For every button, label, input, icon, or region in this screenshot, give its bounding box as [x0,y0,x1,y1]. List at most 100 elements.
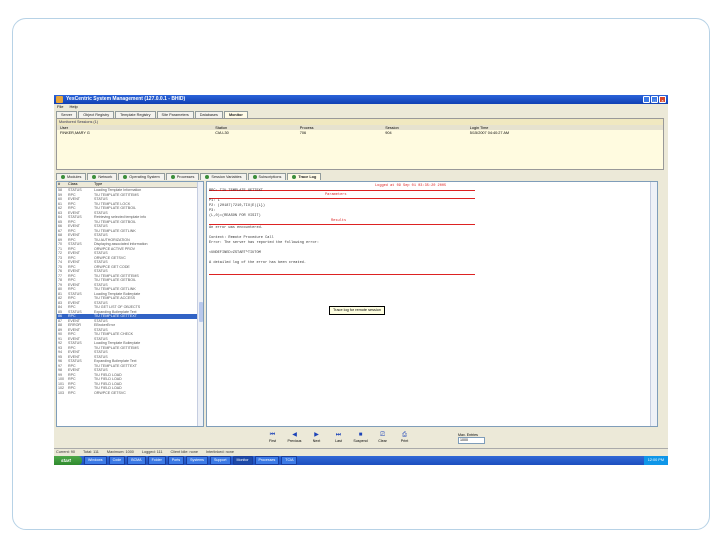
session-process: 706 [299,130,307,135]
next-button[interactable]: ▶ Next [308,432,325,443]
tab-template-registry[interactable]: Template Registry [115,111,156,118]
grid-scrollbar[interactable] [197,182,203,426]
taskbar-button[interactable]: Support [209,456,231,465]
status-total: Total: 111 [83,450,99,454]
status-current: Current: 90 [56,450,75,454]
tab-databases[interactable]: Databases [194,111,223,118]
print-button[interactable]: ⎙ Print [396,432,413,443]
log-line-context: Context: Remote Procedure Call [209,236,274,240]
suspend-button[interactable]: ■ Suspend [352,432,369,443]
log-scrollbar[interactable] [650,182,657,426]
maximize-button[interactable]: □ [651,96,658,103]
minimize-button[interactable]: _ [643,96,650,103]
status-client-idle: Client Idle: none [170,450,198,454]
tab-modules-label: Modules [67,175,82,179]
tab-network-label: Network [98,175,113,179]
log-line-detailed: A detailed log of the error has been cre… [209,261,307,265]
clock: 12:00 PM [647,458,664,462]
trace-log-icon [292,175,297,179]
previous-button[interactable]: ◀ Previous [286,432,303,443]
tab-monitor[interactable]: Monitor [223,111,248,118]
log-line-p3-value: (L,0)=(REASON FOR VISIT) [209,214,261,218]
col-class[interactable]: Class [68,182,94,187]
tab-network[interactable]: Network [87,173,118,180]
task-list: Windows Code BCMA Folder Ports Systems Support… [82,456,298,465]
max-entries-label: Max. Entries [458,433,478,437]
taskbar-button[interactable]: Monitor [232,456,253,465]
trace-log-tooltip: Trace log for remote session [329,306,385,315]
log-line-error: Error: The server has reported the follo… [209,241,319,245]
title-bar: YesCentric System Management (127.0.0.1 … [54,95,668,104]
last-label: Last [335,439,342,443]
suspend-icon: ■ [358,432,363,438]
parameters-title: Parameters [325,193,347,197]
log-header: Logged at 09 Sep 01 03:35:20 2005 [375,184,447,188]
close-button[interactable]: × [659,96,666,103]
start-button[interactable]: start [54,456,82,465]
tab-modules[interactable]: Modules [56,173,87,180]
taskbar-button[interactable]: Processes [254,456,280,465]
clear-icon: ⎚ [380,432,385,438]
tab-session-variables-label: Session Variables [211,175,242,179]
navigation-toolbar: ⏮ First ◀ Previous ▶ Next ⏭ Last ■ Suspend ⎚ C… [264,432,413,443]
window-title: YesCentric System Management (127.0.0.1 … [66,96,186,102]
next-label: Next [312,439,321,443]
log-line-p3: P3: [209,209,216,213]
tab-server[interactable]: Server [56,111,78,118]
suspend-label: Suspend [353,439,368,443]
first-button[interactable]: ⏮ First [264,432,281,443]
clear-button[interactable]: ⎚ Clear [374,432,391,443]
session-row[interactable]: FINKER,MARY G CIA L30 706 904 5/15/2007 … [57,130,663,135]
log-line-p1: P1: L [209,199,220,203]
log-line-undefined: <UNDEFINED>ZSTART^TIUTOM [209,251,261,255]
tab-processes[interactable]: Processes [165,173,200,180]
log-line-p2: P2: (20187|7210,TIU|E|{L}) [209,204,266,208]
taskbar-button[interactable]: TCIA [281,456,298,465]
status-maximum: Maximum: 1000 [106,450,134,454]
col-type[interactable]: Type [94,182,203,187]
menu-file[interactable]: File [57,104,63,110]
previous-label: Previous [287,439,302,443]
trace-event-grid: # Class Type 58 STATUS Loading Template In… [56,181,204,427]
row-class: RPC [68,390,76,395]
taskbar-button[interactable]: Systems [186,456,208,465]
tab-subscriptions[interactable]: Subscriptions [247,173,287,180]
subscriptions-icon [252,175,257,179]
log-line-error-summary: An error was encountered. [209,226,263,230]
status-bar: Current: 90 Total: 111 Maximum: 1000 Log… [54,448,668,455]
print-icon: ⎙ [402,432,407,438]
menu-help[interactable]: Help [69,104,77,110]
tab-trace-log[interactable]: Trace Log [287,173,322,180]
tab-site-parameters[interactable]: Site Parameters [156,111,194,118]
processes-icon [170,175,175,179]
max-entries-input[interactable]: 1000 [458,437,485,444]
log-rule-results [209,224,475,225]
session-id: 904 [385,130,392,135]
next-icon: ▶ [314,432,319,438]
network-icon [92,175,97,179]
app-icon [56,96,63,103]
clear-label: Clear [378,439,387,443]
taskbar-button[interactable]: BCMA [127,456,146,465]
taskbar-button[interactable]: Folder [147,456,166,465]
first-label: First [269,439,276,443]
log-rule-bottom [209,274,475,275]
grid-scroll-thumb[interactable] [198,302,203,322]
col-number[interactable]: # [57,182,68,187]
last-button[interactable]: ⏭ Last [330,432,347,443]
taskbar-button[interactable]: Windows [84,456,107,465]
session-login-time: 5/15/2007 04:40:27 AM [469,130,510,135]
trace-log-pane: Logged at 09 Sep 01 03:35:20 2005 RPC: T… [206,181,658,427]
last-icon: ⏭ [335,432,342,438]
row-number: 103 [58,390,64,395]
modules-icon [61,175,65,179]
sessions-table: User Station Process Session Login Time … [57,125,663,135]
session-station: CIA L30 [215,130,229,135]
taskbar-button[interactable]: Ports [167,456,185,465]
application-window: YesCentric System Management (127.0.0.1 … [54,95,668,465]
tab-operating-system[interactable]: Operating System [118,173,165,180]
tab-session-variables[interactable]: Session Variables [200,173,247,180]
taskbar-button[interactable]: Code [108,456,126,465]
grid-row[interactable]: 103 RPC ORWPCE GETSVC [57,391,203,396]
tab-object-registry[interactable]: Object Registry [78,111,115,118]
